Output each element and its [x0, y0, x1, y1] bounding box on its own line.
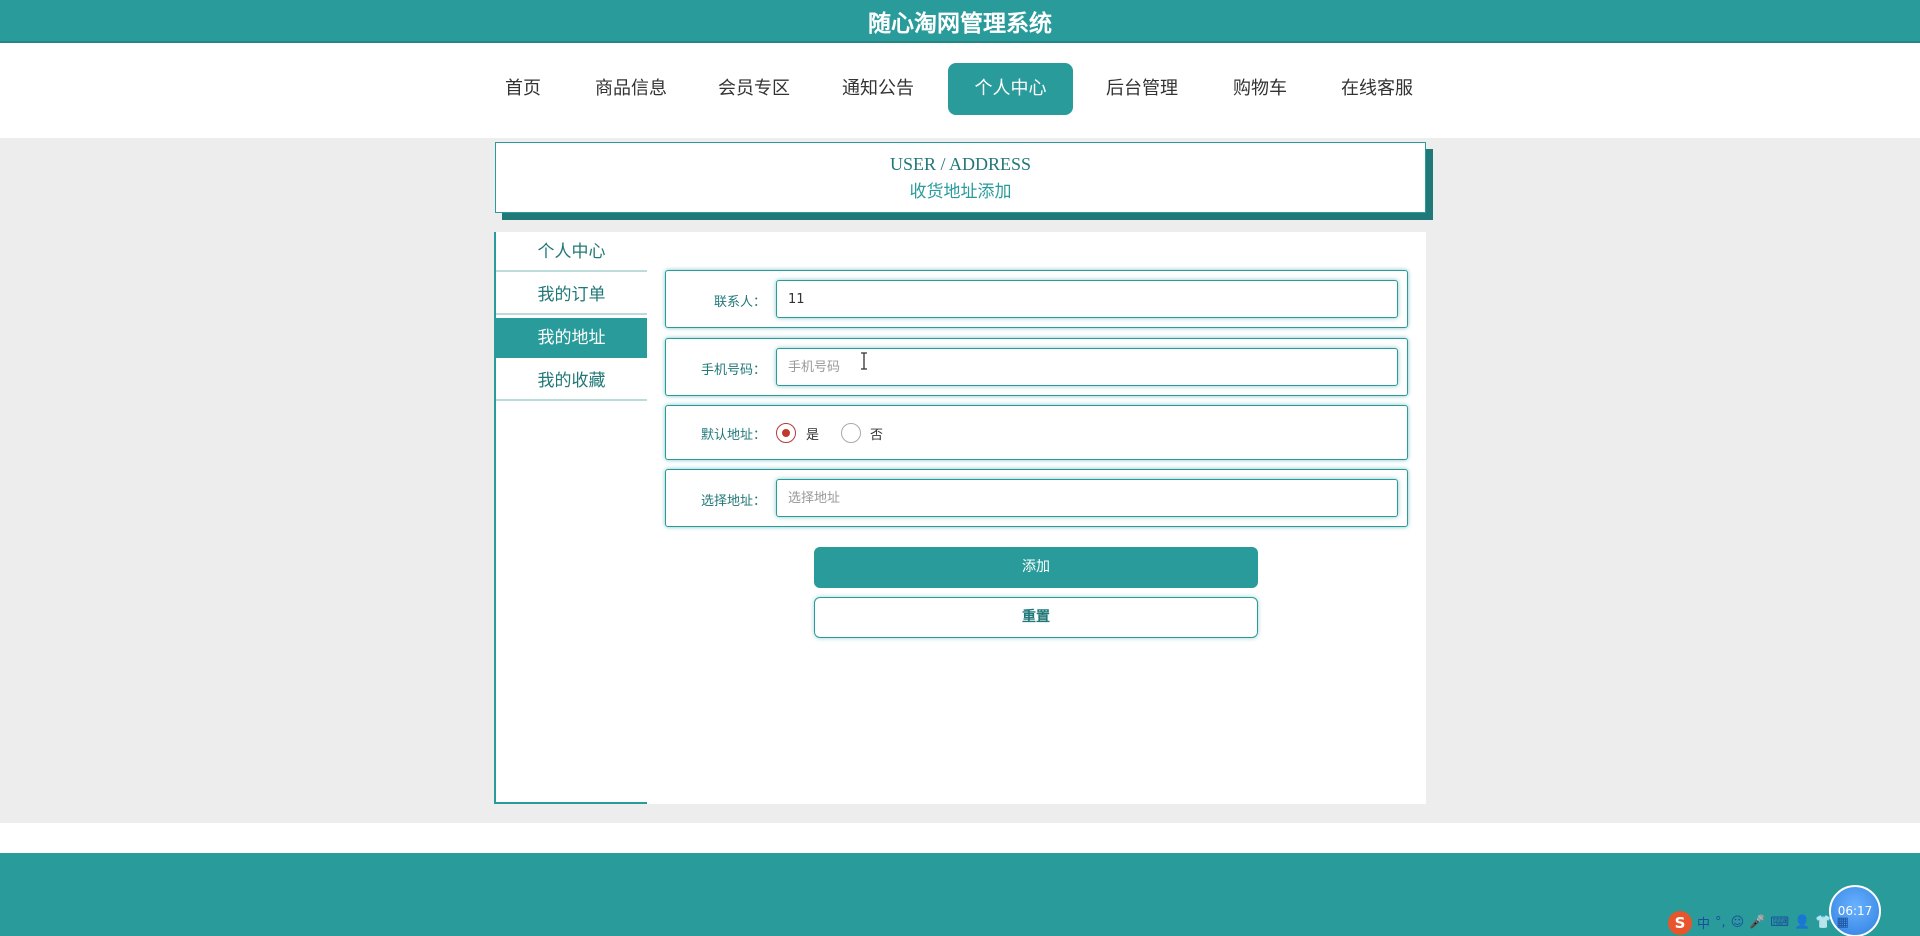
address-label: 选择地址：	[700, 494, 766, 509]
sidebar: 个人中心 我的订单 我的地址 我的收藏	[494, 232, 647, 804]
skin-icon[interactable]: 👕	[1815, 915, 1831, 930]
default-address-label: 默认地址：	[700, 428, 766, 443]
phone-label: 手机号码：	[700, 363, 766, 378]
app-title: 随心淘网管理系统	[868, 11, 1052, 37]
default-yes-radio[interactable]	[776, 423, 796, 443]
user-icon[interactable]: 👤	[1794, 915, 1810, 930]
top-title-bar: 随心淘网管理系统	[0, 0, 1920, 43]
nav-item-personal-center[interactable]: 个人中心	[948, 63, 1073, 115]
address-input[interactable]	[776, 479, 1398, 517]
page-header-en: USER / ADDRESS	[889, 154, 1032, 174]
toolbox-icon[interactable]: ▦	[1837, 915, 1849, 930]
default-no-label: 否	[870, 428, 884, 443]
nav-item-admin[interactable]: 后台管理	[1095, 63, 1189, 115]
nav-item-customer-service[interactable]: 在线客服	[1330, 63, 1424, 115]
add-button[interactable]: 添加	[814, 547, 1258, 588]
contact-label: 联系人：	[713, 295, 766, 310]
main-nav: 首页 商品信息 会员专区 通知公告 个人中心 后台管理 购物车 在线客服	[0, 43, 1920, 138]
form-row-address: 选择地址：	[665, 469, 1408, 527]
page-title: 收货地址添加	[909, 182, 1012, 202]
emoji-icon[interactable]: ☺	[1731, 915, 1745, 930]
form-row-contact: 联系人：	[665, 270, 1408, 328]
form-row-default-address: 默认地址： 是 否	[665, 405, 1408, 460]
punctuation-icon[interactable]: °,	[1715, 915, 1726, 930]
microphone-icon[interactable]: 🎤	[1749, 915, 1765, 930]
page-header-card: USER / ADDRESS 收货地址添加	[495, 142, 1426, 213]
keyboard-icon[interactable]: ⌨	[1770, 915, 1789, 930]
sidebar-item-my-orders[interactable]: 我的订单	[496, 275, 647, 315]
nav-item-home[interactable]: 首页	[494, 63, 552, 115]
sidebar-item-my-address[interactable]: 我的地址	[496, 318, 647, 358]
nav-item-members[interactable]: 会员专区	[707, 63, 801, 115]
contact-input[interactable]	[776, 280, 1398, 318]
sogou-logo-icon[interactable]: S	[1668, 910, 1692, 935]
text-cursor-icon	[861, 352, 867, 370]
nav-item-notices[interactable]: 通知公告	[831, 63, 925, 115]
nav-item-products[interactable]: 商品信息	[584, 63, 678, 115]
sidebar-item-my-favorites[interactable]: 我的收藏	[496, 361, 647, 401]
footer	[0, 853, 1920, 936]
nav-item-cart[interactable]: 购物车	[1224, 63, 1296, 115]
phone-input[interactable]	[776, 348, 1398, 386]
reset-button[interactable]: 重置	[814, 597, 1258, 638]
default-yes-label: 是	[806, 428, 820, 443]
default-no-radio[interactable]	[841, 423, 861, 443]
form-row-phone: 手机号码：	[665, 338, 1408, 396]
ime-toolbar: S 中 °, ☺ 🎤 ⌨ 👤 👕 ▦	[1668, 909, 1849, 936]
ime-mode-toggle[interactable]: 中	[1697, 913, 1710, 932]
sidebar-item-personal-center[interactable]: 个人中心	[496, 232, 647, 272]
